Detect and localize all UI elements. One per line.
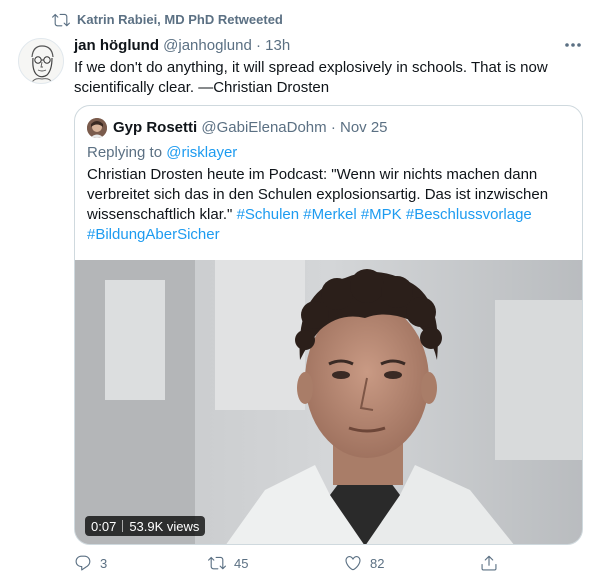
reply-count: 3 <box>100 555 108 571</box>
author-name[interactable]: jan höglund <box>74 37 159 54</box>
badge-divider <box>122 520 124 532</box>
video-stats-badge: 0:07 53.9K views <box>85 516 206 536</box>
retweet-button[interactable]: 45 <box>208 554 248 572</box>
hashtag-link[interactable]: #MPK <box>361 206 402 223</box>
quoted-author-name[interactable]: Gyp Rosetti <box>113 119 197 136</box>
tweet-action-bar: 3 45 82 <box>74 554 579 578</box>
hashtag-link[interactable]: #Schulen <box>237 206 300 223</box>
tweet-text: If we don't do anything, it will spread … <box>74 59 548 96</box>
quoted-tweet-date[interactable]: Nov 25 <box>340 119 388 136</box>
author-avatar[interactable] <box>18 38 64 84</box>
tweet-time[interactable]: 13h <box>265 37 290 54</box>
like-count: 82 <box>370 555 385 571</box>
retweet-icon <box>52 13 70 27</box>
hashtag-link[interactable]: #BildungAberSicher <box>87 226 220 243</box>
reply-icon <box>75 555 91 571</box>
reply-button[interactable]: 3 <box>74 554 107 572</box>
hashtag-link[interactable]: #Beschlussvorlage <box>406 206 532 223</box>
video-thumbnail <box>75 260 582 544</box>
like-button[interactable]: 82 <box>344 554 384 572</box>
video-views: 53.9K views <box>129 518 200 534</box>
video-player[interactable]: 0:07 53.9K views <box>75 260 582 544</box>
quoted-author-handle[interactable]: @GabiElenaDohm <box>201 119 326 136</box>
retweet-action-icon <box>208 556 226 570</box>
quoted-tweet-text: Christian Drosten heute im Podcast: "Wen… <box>87 165 573 245</box>
separator-dot: · <box>255 37 261 54</box>
retweet-count: 45 <box>234 555 249 571</box>
replying-to-label: Replying to <box>87 144 163 161</box>
replying-to-line: Replying to @risklayer <box>87 144 237 161</box>
video-duration: 0:07 <box>91 518 117 534</box>
hashtag-link[interactable]: #Merkel <box>303 206 356 223</box>
share-icon <box>481 555 497 571</box>
reply-handle-link[interactable]: @risklayer <box>166 144 237 161</box>
quoted-tweet-header: Gyp Rosetti @GabiElenaDohm · Nov 25 <box>113 119 388 136</box>
retweeted-by-label[interactable]: Katrin Rabiei, MD PhD Retweeted <box>77 12 283 27</box>
tweet-header: jan höglund @janhoglund · 13h <box>74 37 290 54</box>
separator-dot: · <box>330 119 336 136</box>
author-handle[interactable]: @janhoglund <box>163 37 252 54</box>
more-options-icon[interactable] <box>562 36 584 54</box>
share-button[interactable] <box>480 554 498 572</box>
quoted-tweet-card[interactable]: Gyp Rosetti @GabiElenaDohm · Nov 25 Repl… <box>74 105 583 545</box>
heart-icon <box>345 556 361 571</box>
quoted-author-avatar[interactable] <box>87 118 107 138</box>
